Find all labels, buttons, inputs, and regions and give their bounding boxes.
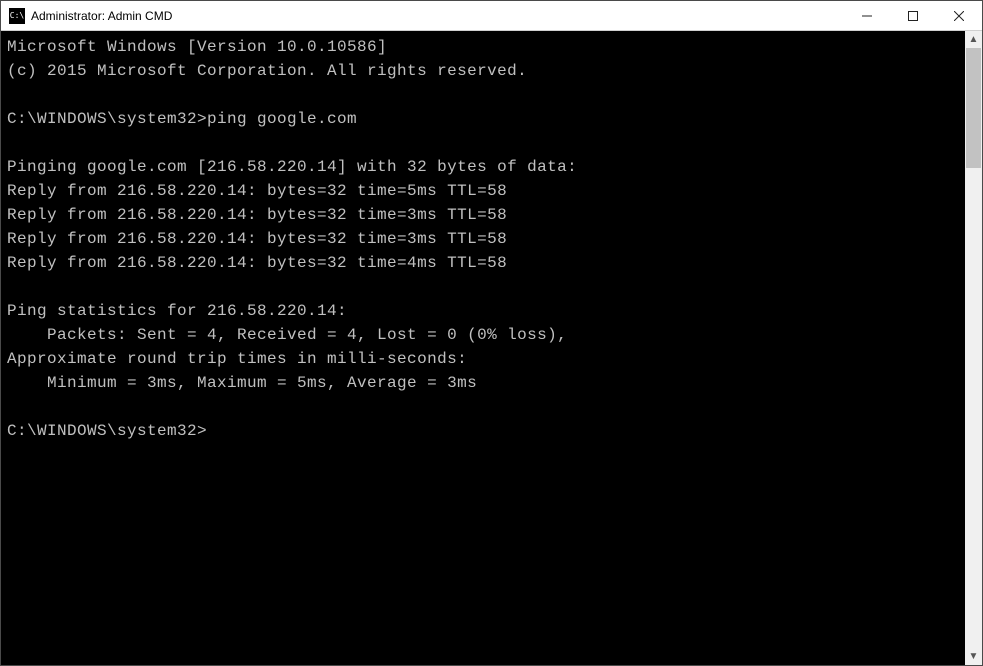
vertical-scrollbar[interactable]: ▲ ▼ bbox=[965, 31, 982, 665]
cmd-icon-label: C:\ bbox=[10, 12, 24, 20]
minimize-button[interactable] bbox=[844, 1, 890, 30]
window-buttons bbox=[844, 1, 982, 30]
client-area: Microsoft Windows [Version 10.0.10586] (… bbox=[1, 31, 982, 665]
titlebar[interactable]: C:\ Administrator: Admin CMD bbox=[1, 1, 982, 31]
close-icon bbox=[954, 11, 964, 21]
window-frame: C:\ Administrator: Admin CMD M bbox=[0, 0, 983, 666]
minimize-icon bbox=[862, 11, 872, 21]
window-title: Administrator: Admin CMD bbox=[31, 9, 844, 23]
maximize-button[interactable] bbox=[890, 1, 936, 30]
scroll-up-arrow-icon[interactable]: ▲ bbox=[965, 31, 982, 48]
maximize-icon bbox=[908, 11, 918, 21]
close-button[interactable] bbox=[936, 1, 982, 30]
scroll-down-arrow-icon[interactable]: ▼ bbox=[965, 648, 982, 665]
terminal-output[interactable]: Microsoft Windows [Version 10.0.10586] (… bbox=[1, 31, 965, 665]
cmd-icon: C:\ bbox=[9, 8, 25, 24]
scrollbar-thumb[interactable] bbox=[966, 48, 981, 168]
